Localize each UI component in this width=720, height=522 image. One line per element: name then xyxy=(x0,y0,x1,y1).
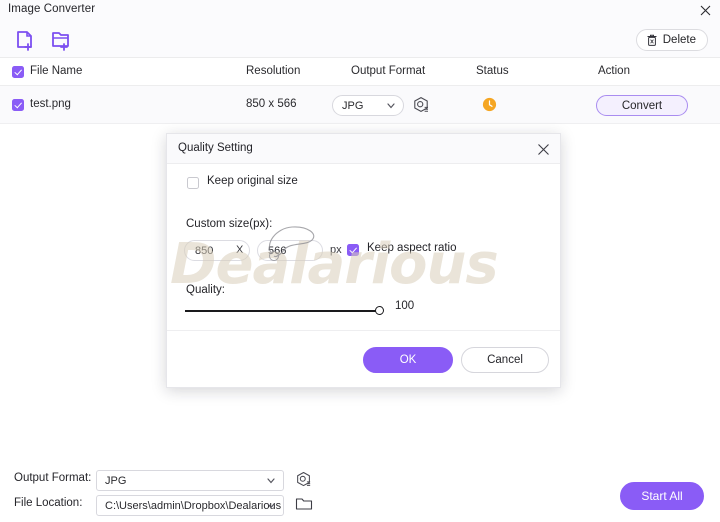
title-bar: Image Converter xyxy=(0,0,720,21)
dialog-footer: OK Cancel xyxy=(167,330,560,387)
chevron-down-icon xyxy=(267,503,275,509)
add-file-icon xyxy=(17,31,32,51)
custom-size-label: Custom size(px): xyxy=(186,218,273,230)
select-all-checkbox[interactable] xyxy=(12,66,24,78)
column-header-status: Status xyxy=(476,65,509,77)
size-separator: X xyxy=(236,244,244,256)
dialog-header: Quality Setting xyxy=(167,134,560,164)
column-header-resolution: Resolution xyxy=(246,65,301,77)
quality-label: Quality: xyxy=(186,284,225,296)
convert-label: Convert xyxy=(621,99,663,112)
output-format-label: Output Format: xyxy=(14,472,92,484)
row-image-settings-button[interactable] xyxy=(412,96,431,115)
dialog-body: Keep original size Custom size(px): 850 … xyxy=(167,164,560,350)
image-settings-icon xyxy=(297,471,311,487)
keep-aspect-ratio-label: Keep aspect ratio xyxy=(367,242,457,254)
ok-button[interactable]: OK xyxy=(363,347,453,373)
size-unit-label: px xyxy=(330,244,342,256)
delete-button[interactable]: Delete xyxy=(635,29,708,51)
close-icon xyxy=(700,5,710,16)
quality-setting-dialog: Quality Setting Keep original size Custo… xyxy=(166,133,561,388)
keep-aspect-ratio-checkbox[interactable] xyxy=(347,244,359,256)
quality-value: 100 xyxy=(395,300,415,312)
output-format-settings-button[interactable] xyxy=(295,471,313,489)
chevron-down-icon xyxy=(267,478,275,484)
close-icon xyxy=(537,143,549,155)
trash-icon xyxy=(647,34,657,46)
file-location-label: File Location: xyxy=(14,497,83,509)
add-folder-button[interactable] xyxy=(46,28,76,52)
toolbar: Delete xyxy=(0,21,720,58)
file-list-header: File Name Resolution Output Format Statu… xyxy=(0,58,720,86)
file-name-cell: test.png xyxy=(30,98,71,110)
quality-slider-track xyxy=(185,310,381,312)
add-file-button[interactable] xyxy=(10,28,40,52)
row-output-format-value: JPG xyxy=(342,99,364,112)
window-close-button[interactable] xyxy=(692,0,718,21)
start-all-button[interactable]: Start All xyxy=(620,482,704,510)
output-format-select[interactable]: JPG xyxy=(96,470,284,491)
keep-original-size-label: Keep original size xyxy=(207,175,298,187)
column-header-action: Action xyxy=(598,65,630,77)
quality-slider-thumb[interactable] xyxy=(375,306,384,315)
file-location-value: C:\Users\admin\Dropbox\Dealarious xyxy=(105,499,282,512)
row-output-format-select[interactable]: JPG xyxy=(332,95,404,116)
start-all-label: Start All xyxy=(641,489,683,503)
row-select-checkbox[interactable] xyxy=(12,99,24,111)
delete-label: Delete xyxy=(662,34,696,46)
convert-button[interactable]: Convert xyxy=(596,95,688,116)
keep-original-size-checkbox[interactable] xyxy=(187,177,199,189)
cancel-label: Cancel xyxy=(487,354,523,366)
pending-clock-icon xyxy=(482,97,497,112)
height-value: 566 xyxy=(268,244,287,257)
height-input[interactable]: 566 xyxy=(257,240,323,261)
status-badge xyxy=(482,97,497,112)
image-settings-icon xyxy=(414,97,428,112)
dialog-title: Quality Setting xyxy=(178,142,253,154)
column-header-output-format: Output Format xyxy=(351,65,426,77)
folder-icon xyxy=(295,498,313,510)
file-location-select[interactable]: C:\Users\admin\Dropbox\Dealarious xyxy=(96,495,284,516)
quality-slider[interactable] xyxy=(185,304,397,318)
browse-folder-button[interactable] xyxy=(295,496,313,514)
bottom-bar: Output Format: JPG File Location: C:\Use… xyxy=(0,464,720,522)
add-folder-icon xyxy=(52,32,69,51)
window-title: Image Converter xyxy=(8,3,96,15)
dialog-close-button[interactable] xyxy=(534,140,552,158)
ok-label: OK xyxy=(399,354,417,366)
cancel-button[interactable]: Cancel xyxy=(461,347,549,373)
resolution-cell: 850 x 566 xyxy=(246,98,297,110)
width-value: 850 xyxy=(195,244,214,257)
output-format-value: JPG xyxy=(105,474,127,487)
image-converter-window: Image Converter Delete File Name Resolut… xyxy=(0,0,720,522)
column-header-file-name: File Name xyxy=(30,65,83,77)
chevron-down-icon xyxy=(387,103,395,109)
